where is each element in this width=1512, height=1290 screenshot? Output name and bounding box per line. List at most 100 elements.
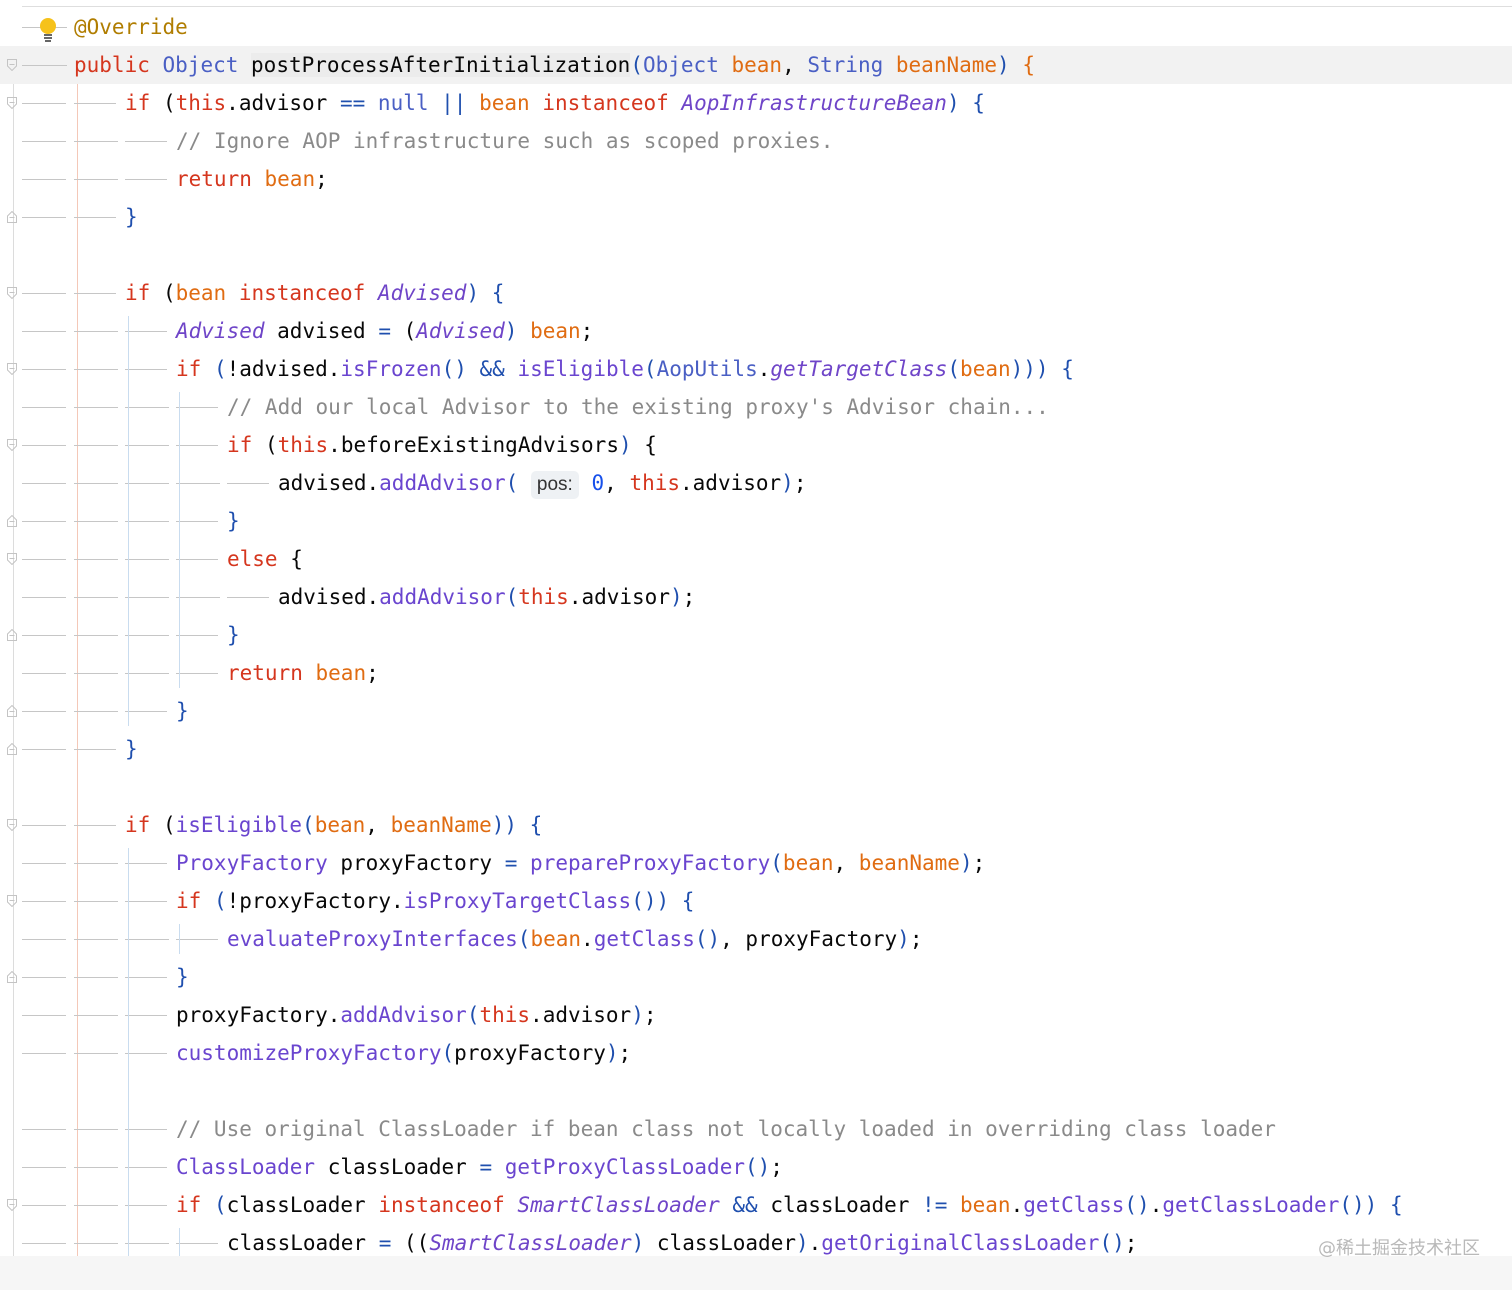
code-line[interactable]: if (bean instanceof Advised) { xyxy=(0,274,1512,312)
code-line[interactable]: return bean; xyxy=(0,160,1512,198)
fold-close-icon[interactable] xyxy=(7,515,17,527)
code-token: proxyFactory. xyxy=(176,1003,341,1027)
indent-dash xyxy=(22,65,67,66)
fold-open-icon[interactable] xyxy=(7,439,17,451)
code-line[interactable]: if (!proxyFactory.isProxyTargetClass()) … xyxy=(0,882,1512,920)
code-line[interactable]: customizeProxyFactory(proxyFactory); xyxy=(0,1034,1512,1072)
code-token: } xyxy=(125,205,138,229)
code-token: beanName xyxy=(858,851,960,875)
code-line[interactable]: } xyxy=(0,730,1512,768)
code-line[interactable]: Advised advised = (Advised) bean; xyxy=(0,312,1512,350)
fold-open-icon[interactable] xyxy=(7,819,17,831)
code-token: advised. xyxy=(278,471,380,495)
code-line[interactable]: if (isEligible(bean, beanName)) { xyxy=(0,806,1512,844)
code-line[interactable]: } xyxy=(0,958,1512,996)
code-line[interactable]: // Ignore AOP infrastructure such as sco… xyxy=(0,122,1512,160)
code-line[interactable]: evaluateProxyInterfaces(bean.getClass(),… xyxy=(0,920,1512,958)
code-token: ; xyxy=(618,1041,632,1065)
indent-dash xyxy=(74,749,116,750)
indent-dash xyxy=(22,179,66,180)
code-line[interactable]: ProxyFactory proxyFactory = prepareProxy… xyxy=(0,844,1512,882)
code-token: getProxyClassLoader xyxy=(504,1155,745,1179)
indent-dash xyxy=(125,901,167,902)
code-line[interactable] xyxy=(0,236,1512,274)
code-token: ( xyxy=(150,813,176,837)
indent-guide xyxy=(179,468,180,498)
code-text: advised.addAdvisor( pos: 0, this.advisor… xyxy=(278,464,806,502)
code-line[interactable]: @Override xyxy=(0,8,1512,46)
indent-dash xyxy=(74,1053,118,1054)
code-token: if xyxy=(176,1193,202,1217)
code-line[interactable]: if (this.beforeExistingAdvisors) { xyxy=(0,426,1512,464)
lightbulb-icon[interactable] xyxy=(38,16,58,44)
code-line[interactable]: ClassLoader classLoader = getProxyClassL… xyxy=(0,1148,1512,1186)
indent-dash xyxy=(176,521,218,522)
code-line[interactable]: return bean; xyxy=(0,654,1512,692)
fold-open-icon[interactable] xyxy=(7,287,17,299)
indent-dash xyxy=(125,597,169,598)
code-token: getClass xyxy=(1023,1193,1125,1217)
code-token: getClassLoader xyxy=(1162,1193,1340,1217)
fold-close-icon[interactable] xyxy=(7,971,17,983)
code-token: bean xyxy=(175,281,227,305)
code-line[interactable]: if (classLoader instanceof SmartClassLoa… xyxy=(0,1186,1512,1224)
code-line[interactable]: advised.addAdvisor(this.advisor); xyxy=(0,578,1512,616)
code-line[interactable]: } xyxy=(0,502,1512,540)
code-line[interactable]: } xyxy=(0,198,1512,236)
code-token: AopInfrastructureBean xyxy=(681,91,947,115)
fold-open-icon[interactable] xyxy=(7,553,17,565)
code-token: ( xyxy=(466,1003,480,1027)
indent-dash xyxy=(74,407,118,408)
code-line[interactable]: classLoader = ((SmartClassLoader) classL… xyxy=(0,1224,1512,1256)
indent-dash xyxy=(22,369,66,370)
code-line[interactable]: } xyxy=(0,692,1512,730)
indent-dash xyxy=(74,977,118,978)
indent-dash xyxy=(22,331,66,332)
code-line[interactable]: if (this.advisor == null || bean instanc… xyxy=(0,84,1512,122)
indent-guide xyxy=(179,582,180,612)
fold-open-icon[interactable] xyxy=(7,59,17,71)
code-line[interactable] xyxy=(0,768,1512,806)
fold-close-icon[interactable] xyxy=(7,743,17,755)
code-line[interactable]: proxyFactory.addAdvisor(this.advisor); xyxy=(0,996,1512,1034)
indent-dash xyxy=(74,217,116,218)
code-token: == xyxy=(339,91,366,115)
fold-open-icon[interactable] xyxy=(7,895,17,907)
fold-close-icon[interactable] xyxy=(7,705,17,717)
code-editor[interactable]: @Override public Object postProcessAfterI… xyxy=(0,0,1512,1256)
fold-open-icon[interactable] xyxy=(7,97,17,109)
indent-dash xyxy=(22,977,66,978)
code-line[interactable]: } xyxy=(0,616,1512,654)
fold-close-icon[interactable] xyxy=(7,629,17,641)
code-text: return bean; xyxy=(227,654,379,692)
code-token: prepareProxyFactory xyxy=(530,851,771,875)
code-token: = xyxy=(479,1155,493,1179)
code-token: || xyxy=(441,91,467,115)
code-token: if xyxy=(176,357,202,381)
indent-dash xyxy=(176,1243,218,1244)
code-token: () xyxy=(441,357,467,381)
code-line[interactable]: public Object postProcessAfterInitializa… xyxy=(0,46,1512,84)
fold-open-icon[interactable] xyxy=(7,1199,17,1211)
code-token: && xyxy=(732,1193,758,1217)
indent-dash xyxy=(74,1167,118,1168)
code-token: { xyxy=(529,813,543,837)
code-token: ) xyxy=(997,53,1010,77)
code-line[interactable]: // Use original ClassLoader if bean clas… xyxy=(0,1110,1512,1148)
code-line[interactable]: // Add our local Advisor to the existing… xyxy=(0,388,1512,426)
code-token: bean xyxy=(731,53,783,77)
code-text: if (bean instanceof Advised) { xyxy=(125,274,504,312)
code-line[interactable]: advised.addAdvisor( pos: 0, this.advisor… xyxy=(0,464,1512,502)
code-line[interactable]: else { xyxy=(0,540,1512,578)
fold-open-icon[interactable] xyxy=(7,363,17,375)
code-line[interactable]: if (!advised.isFrozen() && isEligible(Ao… xyxy=(0,350,1512,388)
indent-dash xyxy=(125,939,169,940)
code-line[interactable] xyxy=(0,1072,1512,1110)
code-token: bean xyxy=(479,91,530,115)
fold-close-icon[interactable] xyxy=(7,211,17,223)
code-token: Advised xyxy=(416,319,505,343)
